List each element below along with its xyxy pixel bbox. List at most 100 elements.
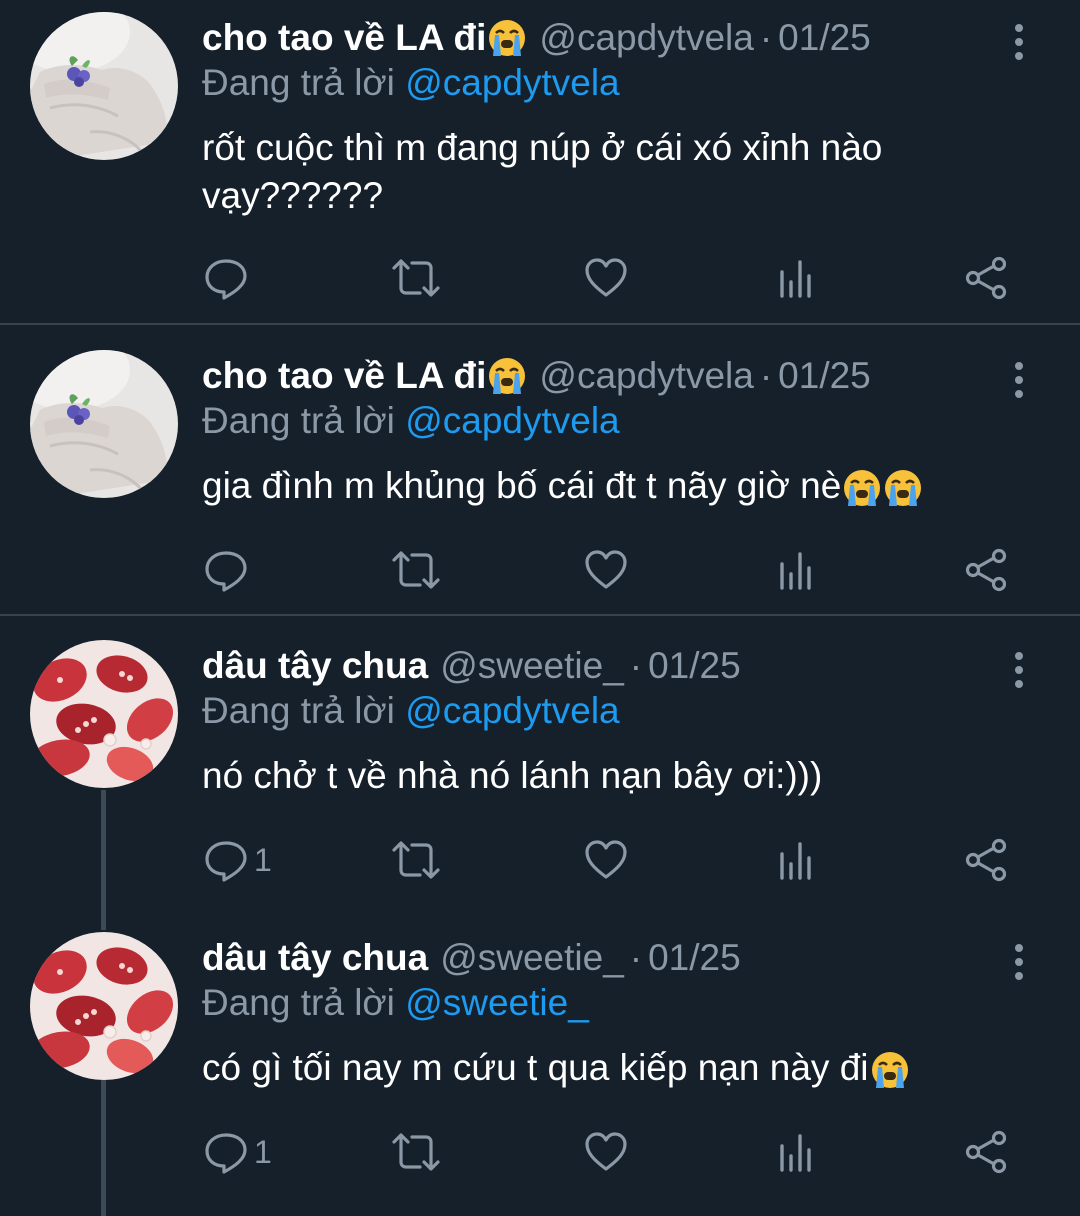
analytics-button[interactable] <box>776 832 816 888</box>
tweet[interactable]: cho tao về LA đi @capdytvela · 01/25 Đan… <box>0 12 1080 324</box>
tweet[interactable]: dâu tây chua @sweetie_ · 01/25 Đang trả … <box>0 640 1080 900</box>
hand-with-ring-avatar-image <box>30 350 178 498</box>
display-name[interactable]: cho tao về LA đi <box>202 17 486 59</box>
share-button[interactable] <box>964 250 1008 306</box>
reply-count: 1 <box>254 1133 272 1170</box>
timeline-feed: cho tao về LA đi @capdytvela · 01/25 Đan… <box>0 0 1080 1216</box>
tweet-text-content: gia đình m khủng bố cái đt t nãy giờ nè <box>202 465 842 506</box>
replying-to-label: Đang trả lời <box>202 62 395 103</box>
analytics-button[interactable] <box>776 1124 816 1180</box>
share-icon <box>964 1130 1008 1174</box>
hand-with-ring-avatar-image <box>30 12 178 160</box>
tweet-date[interactable]: 01/25 <box>648 937 741 979</box>
reply-icon <box>204 256 248 300</box>
reply-button[interactable] <box>204 542 254 598</box>
heart-icon <box>584 256 628 300</box>
more-vertical-icon[interactable] <box>1006 360 1032 400</box>
tweet-header: dâu tây chua @sweetie_ · 01/25 <box>202 932 741 984</box>
replying-to-mention[interactable]: @capdytvela <box>405 690 619 731</box>
share-icon <box>964 256 1008 300</box>
analytics-icon <box>776 256 816 300</box>
reply-icon <box>204 548 248 592</box>
share-icon <box>964 838 1008 882</box>
tweet-date[interactable]: 01/25 <box>778 17 871 59</box>
replying-to-mention[interactable]: @capdytvela <box>405 62 619 103</box>
display-name[interactable]: cho tao về LA đi <box>202 355 486 397</box>
loudly-crying-face-icon <box>883 468 923 508</box>
user-handle[interactable]: @sweetie_ <box>440 937 624 979</box>
replying-to-label: Đang trả lời <box>202 690 395 731</box>
loudly-crying-face-icon <box>487 356 527 396</box>
replying-to: Đang trả lời @capdytvela <box>202 400 620 442</box>
like-button[interactable] <box>584 832 628 888</box>
share-button[interactable] <box>964 1124 1008 1180</box>
replying-to: Đang trả lời @capdytvela <box>202 690 620 732</box>
separator-dot: · <box>759 17 773 58</box>
retweet-button[interactable] <box>390 1124 442 1180</box>
avatar[interactable] <box>30 640 178 788</box>
tweet-text: nó chở t về nhà nó lánh nạn bây ơi:))) <box>202 755 823 796</box>
tweet-text: có gì tối nay m cứu t qua kiếp nạn này đ… <box>202 1044 1002 1092</box>
tweet-header: dâu tây chua @sweetie_ · 01/25 <box>202 640 741 692</box>
analytics-button[interactable] <box>776 542 816 598</box>
tweet-date[interactable]: 01/25 <box>648 645 741 687</box>
retweet-button[interactable] <box>390 542 442 598</box>
tweet-header: cho tao về LA đi @capdytvela · 01/25 <box>202 350 871 402</box>
like-button[interactable] <box>584 1124 628 1180</box>
reply-button[interactable] <box>204 250 254 306</box>
tweet[interactable]: dâu tây chua @sweetie_ · 01/25 Đang trả … <box>0 932 1080 1202</box>
more-vertical-icon[interactable] <box>1006 22 1032 62</box>
divider <box>0 614 1080 616</box>
user-handle[interactable]: @capdytvela <box>539 17 753 59</box>
heart-icon <box>584 1130 628 1174</box>
strawberries-in-milk-avatar-image <box>30 640 178 788</box>
replying-to-mention[interactable]: @sweetie_ <box>405 982 589 1023</box>
divider <box>0 323 1080 325</box>
replying-to-label: Đang trả lời <box>202 400 395 441</box>
reply-icon <box>204 838 248 882</box>
heart-icon <box>584 548 628 592</box>
replying-to: Đang trả lời @sweetie_ <box>202 982 589 1024</box>
replying-to: Đang trả lời @capdytvela <box>202 62 620 104</box>
share-button[interactable] <box>964 832 1008 888</box>
more-vertical-icon[interactable] <box>1006 650 1032 690</box>
replying-to-mention[interactable]: @capdytvela <box>405 400 619 441</box>
retweet-button[interactable] <box>390 250 442 306</box>
loudly-crying-face-icon <box>842 468 882 508</box>
tweet-actions: 1 <box>0 832 1080 888</box>
retweet-icon <box>390 1130 442 1174</box>
reply-icon <box>204 1130 248 1174</box>
tweet-text: rốt cuộc thì m đang núp ở cái xó xỉnh nà… <box>202 127 883 216</box>
user-handle[interactable]: @capdytvela <box>539 355 753 397</box>
retweet-icon <box>390 838 442 882</box>
separator-dot: · <box>629 645 643 686</box>
tweet-actions: 1 <box>0 1124 1080 1180</box>
loudly-crying-face-icon <box>870 1050 910 1090</box>
avatar[interactable] <box>30 12 178 160</box>
tweet-header: cho tao về LA đi @capdytvela · 01/25 <box>202 12 871 64</box>
tweet-actions <box>0 542 1080 598</box>
reply-count: 1 <box>254 841 272 878</box>
tweet-text-content: có gì tối nay m cứu t qua kiếp nạn này đ… <box>202 1047 869 1088</box>
avatar[interactable] <box>30 350 178 498</box>
display-name[interactable]: dâu tây chua <box>202 937 428 979</box>
avatar[interactable] <box>30 932 178 1080</box>
like-button[interactable] <box>584 250 628 306</box>
reply-button[interactable]: 1 <box>204 1124 272 1180</box>
tweet[interactable]: cho tao về LA đi @capdytvela · 01/25 Đan… <box>0 350 1080 612</box>
tweet-date[interactable]: 01/25 <box>778 355 871 397</box>
analytics-button[interactable] <box>776 250 816 306</box>
tweet-text: gia đình m khủng bố cái đt t nãy giờ nè <box>202 462 1002 510</box>
loudly-crying-face-icon <box>487 18 527 58</box>
more-vertical-icon[interactable] <box>1006 942 1032 982</box>
strawberries-in-milk-avatar-image <box>30 932 178 1080</box>
heart-icon <box>584 838 628 882</box>
like-button[interactable] <box>584 542 628 598</box>
reply-button[interactable]: 1 <box>204 832 272 888</box>
share-button[interactable] <box>964 542 1008 598</box>
retweet-icon <box>390 256 442 300</box>
user-handle[interactable]: @sweetie_ <box>440 645 624 687</box>
analytics-icon <box>776 838 816 882</box>
display-name[interactable]: dâu tây chua <box>202 645 428 687</box>
retweet-button[interactable] <box>390 832 442 888</box>
